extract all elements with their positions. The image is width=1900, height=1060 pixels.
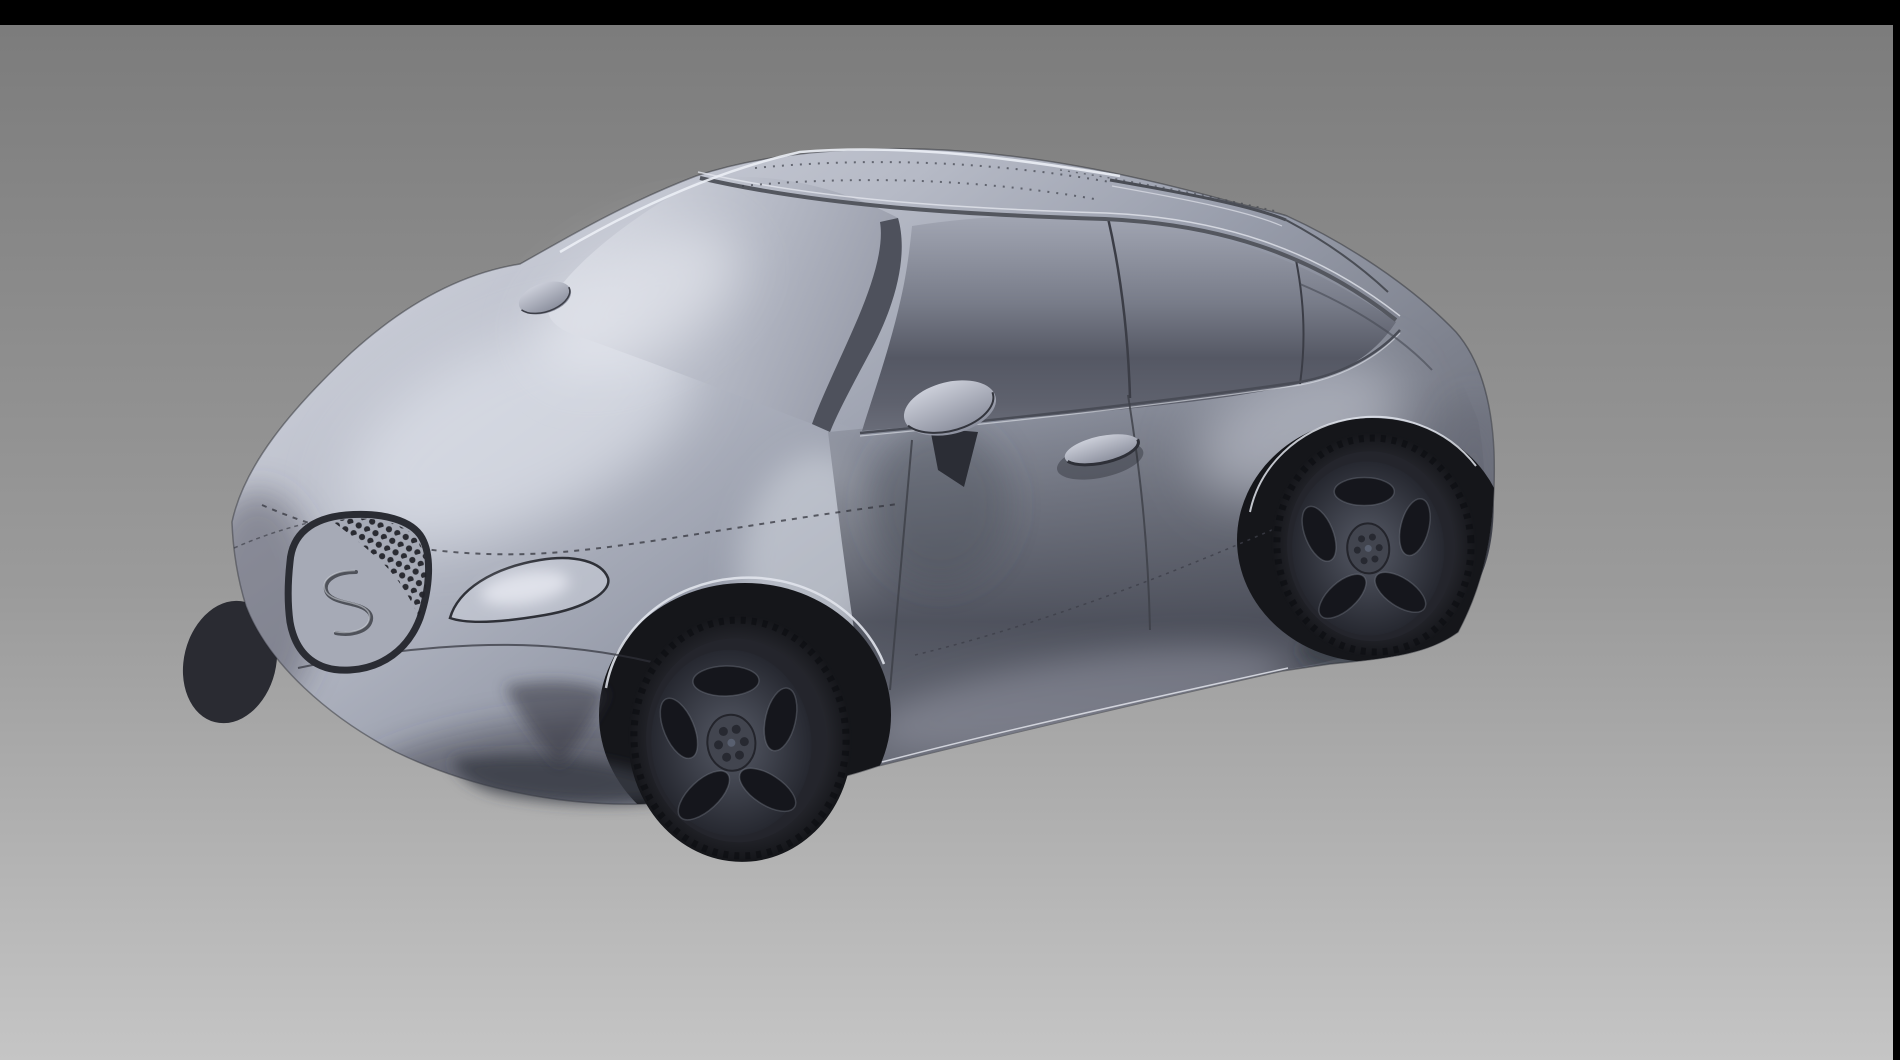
- letterbox-top-bar: [0, 0, 1900, 25]
- car-render: [0, 25, 1893, 1060]
- letterbox-right-bar: [1893, 0, 1900, 1060]
- 3d-viewport[interactable]: [0, 25, 1893, 1060]
- cad-application-window: [0, 0, 1900, 1060]
